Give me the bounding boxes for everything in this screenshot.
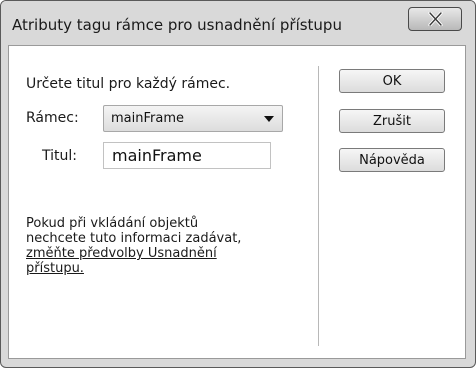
accessibility-preferences-link[interactable]: změňte předvolby Usnadnění: [26, 246, 281, 261]
instruction-text: Určete titul pro každý rámec.: [26, 76, 231, 92]
accessibility-preferences-link-continued[interactable]: přístupu.: [26, 261, 281, 276]
dialog-content: Určete titul pro každý rámec. Rámec: mai…: [8, 45, 466, 359]
frame-select-value: mainFrame: [111, 111, 184, 126]
info-text: Pokud při vkládání objektů nechcete tuto…: [26, 216, 281, 276]
title-bar[interactable]: Atributy tagu rámce pro usnadnění přístu…: [1, 1, 475, 45]
frame-select[interactable]: mainFrame: [103, 105, 283, 132]
dialog-title: Atributy tagu rámce pro usnadnění přístu…: [12, 16, 342, 34]
cancel-button[interactable]: Zrušit: [339, 109, 445, 133]
close-button[interactable]: [408, 7, 462, 31]
info-line-2: nechcete tuto informaci zadávat,: [26, 231, 242, 246]
dialog-window: Atributy tagu rámce pro usnadnění přístu…: [0, 0, 476, 368]
help-button[interactable]: Nápověda: [339, 148, 445, 172]
close-icon: [428, 12, 443, 26]
info-line-1: Pokud při vkládání objektů: [26, 216, 199, 231]
title-label: Titul:: [42, 148, 77, 164]
ok-button[interactable]: OK: [339, 69, 445, 93]
chevron-down-icon: [264, 116, 274, 122]
title-input[interactable]: [103, 142, 271, 169]
vertical-divider: [318, 66, 319, 346]
frame-label: Rámec:: [26, 110, 79, 126]
